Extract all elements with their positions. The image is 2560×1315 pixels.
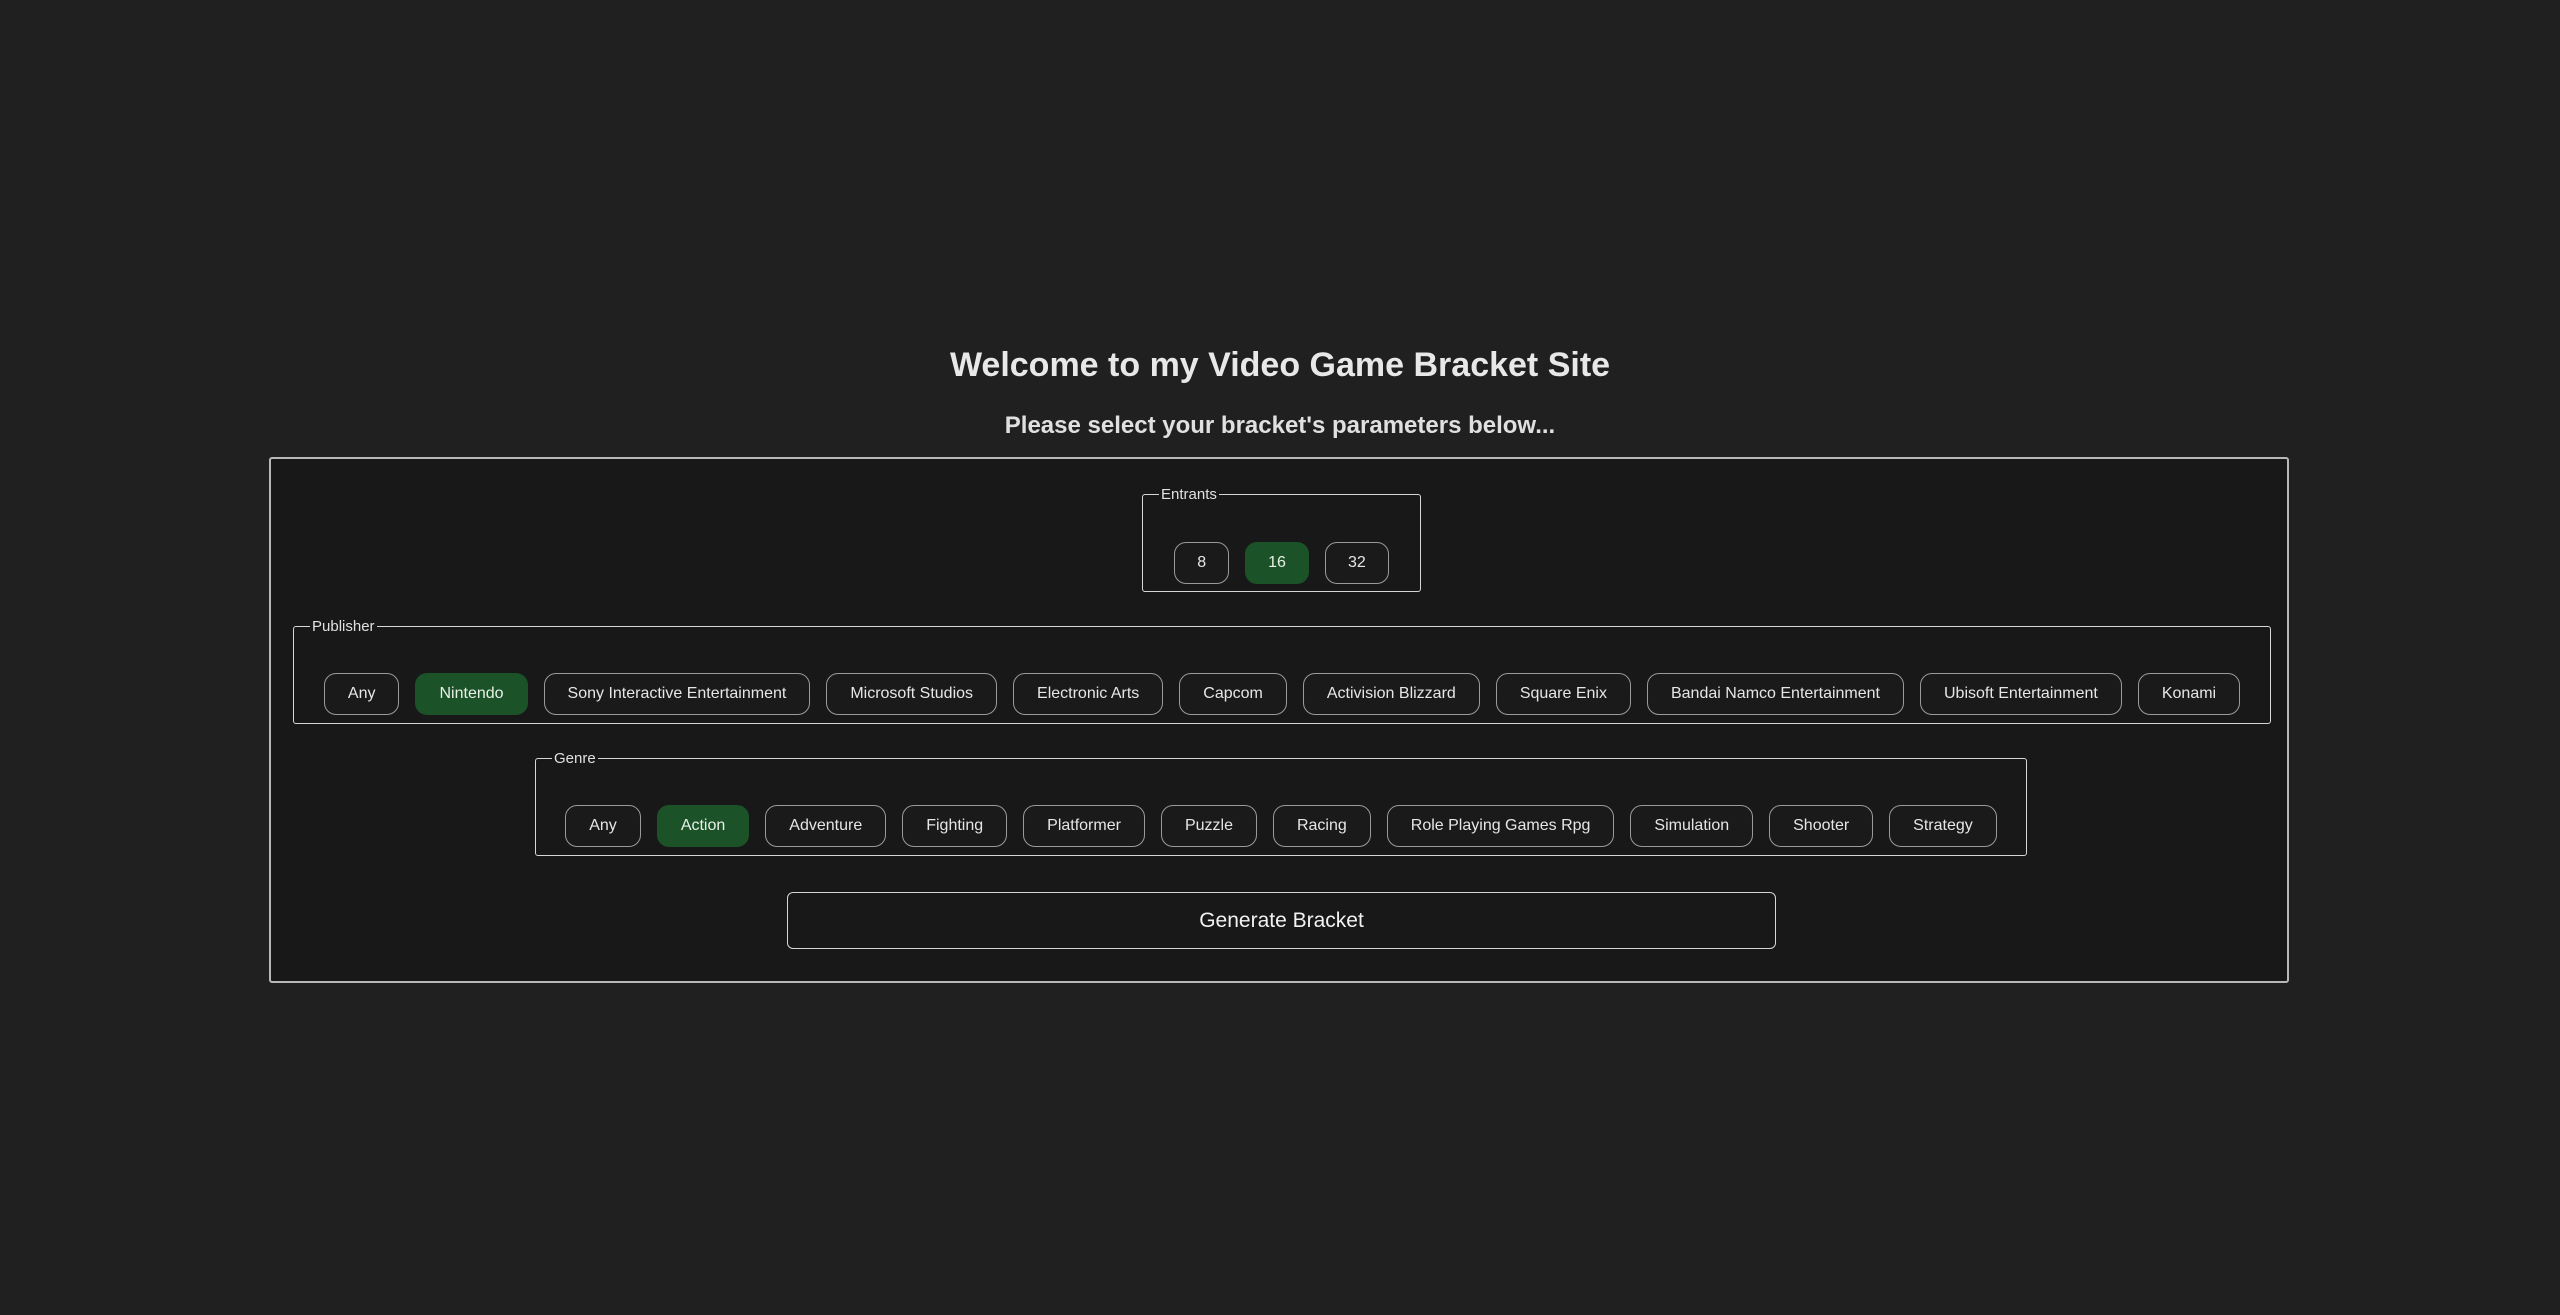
publisher-option-activision-blizzard[interactable]: Activision Blizzard <box>1302 673 1480 715</box>
page-subtitle: Please select your bracket's parameters … <box>1004 412 1556 439</box>
publisher-option-bandai-namco-entertainment[interactable]: Bandai Namco Entertainment <box>1646 673 1904 715</box>
entrants-option-32[interactable]: 32 <box>1324 542 1389 584</box>
genre-option-role-playing-games-rpg[interactable]: Role Playing Games Rpg <box>1386 805 1615 847</box>
publisher-option-nintendo[interactable]: Nintendo <box>415 673 528 715</box>
publisher-option-square-enix[interactable]: Square Enix <box>1495 673 1631 715</box>
publisher-option-any[interactable]: Any <box>323 673 400 715</box>
genre-option-simulation[interactable]: Simulation <box>1630 805 1754 847</box>
publisher-legend: Publisher <box>312 618 375 635</box>
generate-bracket-button[interactable]: Generate Bracket <box>787 892 1776 949</box>
bracket-parameters-form: Entrants 8 16 32 Publisher Any Nintendo Sony… <box>269 457 2289 983</box>
genre-option-action[interactable]: Action <box>656 805 750 847</box>
entrants-fieldset: Entrants 8 16 32 <box>1142 486 1421 592</box>
genre-option-platformer[interactable]: Platformer <box>1023 805 1145 847</box>
entrants-legend: Entrants <box>1161 486 1217 503</box>
genre-options: Any Action Adventure Fighting Platformer Puzz… <box>536 805 2026 847</box>
genre-option-any[interactable]: Any <box>565 805 641 847</box>
genre-fieldset: Genre Any Action Adventure Fighting Platform… <box>535 750 2027 856</box>
entrants-options: 8 16 32 <box>1143 542 1420 584</box>
publisher-option-konami[interactable]: Konami <box>2137 673 2241 715</box>
page-title: Welcome to my Video Game Bracket Site <box>949 346 1611 384</box>
entrants-option-8[interactable]: 8 <box>1174 542 1230 584</box>
genre-option-shooter[interactable]: Shooter <box>1769 805 1874 847</box>
genre-option-adventure[interactable]: Adventure <box>765 805 887 847</box>
publisher-option-electronic-arts[interactable]: Electronic Arts <box>1013 673 1164 715</box>
publisher-option-microsoft-studios[interactable]: Microsoft Studios <box>826 673 998 715</box>
publisher-options: Any Nintendo Sony Interactive Entertainmen… <box>294 673 2270 715</box>
publisher-option-sony-interactive-entertainment[interactable]: Sony Interactive Entertainment <box>543 673 811 715</box>
entrants-option-16[interactable]: 16 <box>1245 542 1309 584</box>
page: Welcome to my Video Game Bracket Site Pl… <box>0 0 2560 1315</box>
genre-option-fighting[interactable]: Fighting <box>902 805 1008 847</box>
publisher-option-ubisoft-entertainment[interactable]: Ubisoft Entertainment <box>1919 673 2122 715</box>
publisher-option-capcom[interactable]: Capcom <box>1179 673 1287 715</box>
genre-legend: Genre <box>554 750 596 767</box>
genre-option-strategy[interactable]: Strategy <box>1889 805 1997 847</box>
publisher-fieldset: Publisher Any Nintendo Sony Interactive En… <box>293 618 2271 724</box>
genre-option-racing[interactable]: Racing <box>1272 805 1371 847</box>
genre-option-puzzle[interactable]: Puzzle <box>1160 805 1257 847</box>
